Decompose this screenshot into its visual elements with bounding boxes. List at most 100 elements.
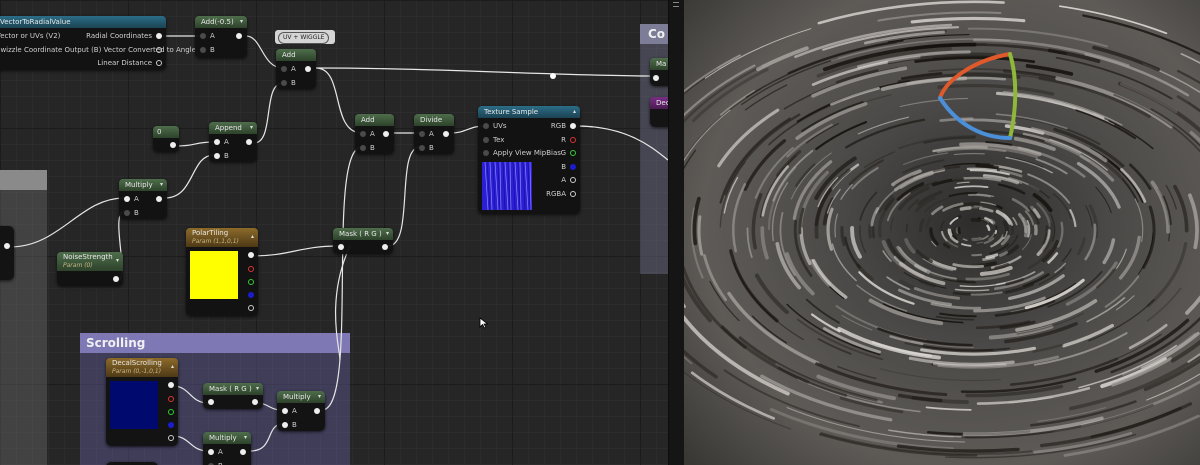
input-pin-a[interactable] bbox=[419, 131, 425, 137]
input-pin-mipbias[interactable] bbox=[483, 150, 489, 156]
node-multiply-right[interactable]: Multiply ▾ A B bbox=[277, 391, 325, 431]
output-pin-radial[interactable] bbox=[156, 33, 162, 39]
output-pin-g[interactable] bbox=[248, 279, 254, 285]
output-pin[interactable] bbox=[252, 399, 258, 405]
node-decal-scrolling[interactable]: DecalScrolling Param (0,-1,0,1) ▴ bbox=[106, 358, 178, 446]
output-pin-g[interactable] bbox=[168, 409, 174, 415]
node-mask-rg[interactable]: Mask ( R G ) ▾ bbox=[333, 228, 393, 254]
output-pin[interactable] bbox=[156, 196, 162, 202]
pin-label-b: B bbox=[210, 46, 215, 54]
output-pin[interactable] bbox=[236, 33, 242, 39]
arrow-cursor-icon bbox=[479, 317, 489, 329]
pin-label-a: A bbox=[561, 176, 566, 184]
input-pin-b[interactable] bbox=[214, 153, 220, 159]
pin-label-b: B bbox=[370, 144, 375, 152]
pin-label-b: B bbox=[291, 79, 296, 87]
output-pin-rgb[interactable] bbox=[248, 252, 254, 258]
node-title: Multiply ▾ bbox=[277, 391, 325, 403]
input-pin[interactable] bbox=[653, 75, 659, 81]
input-pin-b[interactable] bbox=[282, 422, 288, 428]
output-pin-rgb[interactable] bbox=[570, 123, 576, 129]
swirl-stroke bbox=[971, 237, 982, 242]
output-pin-a[interactable] bbox=[168, 435, 174, 441]
output-pin[interactable] bbox=[382, 244, 388, 250]
output-pin-r[interactable] bbox=[248, 266, 254, 272]
input-pin-tex[interactable] bbox=[483, 137, 489, 143]
output-pin-linear[interactable] bbox=[156, 60, 162, 66]
output-pin[interactable] bbox=[314, 408, 320, 414]
output-pin[interactable] bbox=[240, 449, 246, 455]
node-title: Mask ( R G ) ▾ bbox=[333, 228, 393, 240]
node-right-partial-2[interactable]: Dec bbox=[650, 97, 668, 127]
node-title: VectorToRadialValue bbox=[0, 16, 166, 28]
wire-mask-to-multiply bbox=[335, 245, 351, 361]
node-vector-to-radial[interactable]: VectorToRadialValue Vector or UVs (V2) S… bbox=[0, 16, 196, 70]
output-pin[interactable] bbox=[113, 276, 119, 282]
preview-viewport[interactable] bbox=[684, 0, 1200, 465]
node-title: Add bbox=[355, 114, 394, 126]
pin-label-a: A bbox=[134, 195, 139, 203]
input-pin-b[interactable] bbox=[360, 145, 366, 151]
output-pin-a[interactable] bbox=[248, 305, 254, 311]
input-pin-b[interactable] bbox=[124, 210, 130, 216]
output-pin-r[interactable] bbox=[570, 137, 576, 143]
material-graph-canvas[interactable]: Scrolling Co VectorToRadialValue Vector … bbox=[0, 0, 668, 465]
node-multiply-bottom[interactable]: Multiply▾ A B bbox=[203, 432, 251, 465]
input-pin-a[interactable] bbox=[200, 33, 206, 39]
node-multiply-left[interactable]: Multiply ▾ A B bbox=[119, 179, 167, 219]
node-polar-tiling[interactable]: PolarTiling Param (1,1,0,1) ▴ bbox=[186, 228, 258, 316]
node-add-mid[interactable]: Add A B bbox=[355, 114, 394, 154]
node-title: Mask ( R G ) ▾ bbox=[203, 383, 263, 395]
output-pin[interactable] bbox=[170, 142, 176, 148]
pin-label-a: A bbox=[370, 130, 375, 138]
uv-wiggle-label[interactable]: UV + WIGGLE bbox=[275, 30, 335, 44]
rotation-gizmo-icon[interactable] bbox=[934, 50, 1024, 145]
output-pin[interactable] bbox=[443, 131, 449, 137]
node-add-neg[interactable]: Add(-0.5) ▾ A B bbox=[195, 16, 247, 58]
node-add-top[interactable]: Add A B bbox=[276, 49, 316, 89]
output-pin[interactable] bbox=[246, 139, 252, 145]
node-divide[interactable]: Divide A B bbox=[414, 114, 454, 154]
input-pin-uvs[interactable] bbox=[483, 123, 489, 129]
node-title: Add(-0.5) ▾ bbox=[195, 16, 247, 28]
input-pin-b[interactable] bbox=[419, 145, 425, 151]
node-constant-zero[interactable]: 0 bbox=[153, 126, 179, 152]
input-pin[interactable] bbox=[208, 399, 214, 405]
node-noise-strength[interactable]: NoiseStrength Param (0) ▾ bbox=[57, 252, 123, 286]
input-pin-a[interactable] bbox=[360, 131, 366, 137]
input-pin-b[interactable] bbox=[200, 47, 206, 53]
node-title: DecalScrolling Param (0,-1,0,1) ▴ bbox=[106, 358, 178, 377]
output-pin[interactable] bbox=[305, 66, 311, 72]
output-pin-vector-angle[interactable] bbox=[156, 47, 162, 53]
pin-label-b: B bbox=[134, 209, 139, 217]
node-title: Divide bbox=[414, 114, 454, 126]
input-pin-a[interactable] bbox=[208, 449, 214, 455]
pin-label-r: R bbox=[561, 136, 566, 144]
output-pin[interactable] bbox=[4, 243, 10, 249]
node-right-partial-1[interactable]: Ma bbox=[650, 58, 668, 86]
input-pin[interactable] bbox=[338, 244, 344, 250]
input-pin-b[interactable] bbox=[281, 80, 287, 86]
node-texture-sample[interactable]: Texture Sample ▴ UVs Tex Apply View MipBi… bbox=[478, 106, 580, 214]
output-pin-b[interactable] bbox=[248, 292, 254, 298]
node-mask-rg-small[interactable]: Mask ( R G ) ▾ bbox=[203, 383, 263, 409]
output-pin-b[interactable] bbox=[168, 422, 174, 428]
output-pin[interactable] bbox=[383, 131, 389, 137]
swirl-stroke bbox=[971, 262, 986, 267]
output-pin-b[interactable] bbox=[570, 164, 576, 170]
node-title: NoiseStrength Param (0) ▾ bbox=[57, 252, 123, 271]
input-pin-a[interactable] bbox=[124, 196, 130, 202]
output-pin-r[interactable] bbox=[168, 396, 174, 402]
output-pin-rgba[interactable] bbox=[570, 191, 576, 197]
output-pin-g[interactable] bbox=[570, 150, 576, 156]
output-pin-a[interactable] bbox=[570, 177, 576, 183]
node-offscreen-left[interactable] bbox=[0, 226, 14, 280]
input-pin-a[interactable] bbox=[214, 139, 220, 145]
swirl-stroke bbox=[868, 223, 872, 239]
input-pin-a[interactable] bbox=[282, 408, 288, 414]
pin-label-rgb: RGB bbox=[550, 122, 566, 130]
input-pin-a[interactable] bbox=[281, 66, 287, 72]
node-append[interactable]: Append ▾ A B bbox=[209, 122, 257, 162]
panel-splitter[interactable] bbox=[668, 0, 685, 465]
output-pin-rgb[interactable] bbox=[168, 382, 174, 388]
